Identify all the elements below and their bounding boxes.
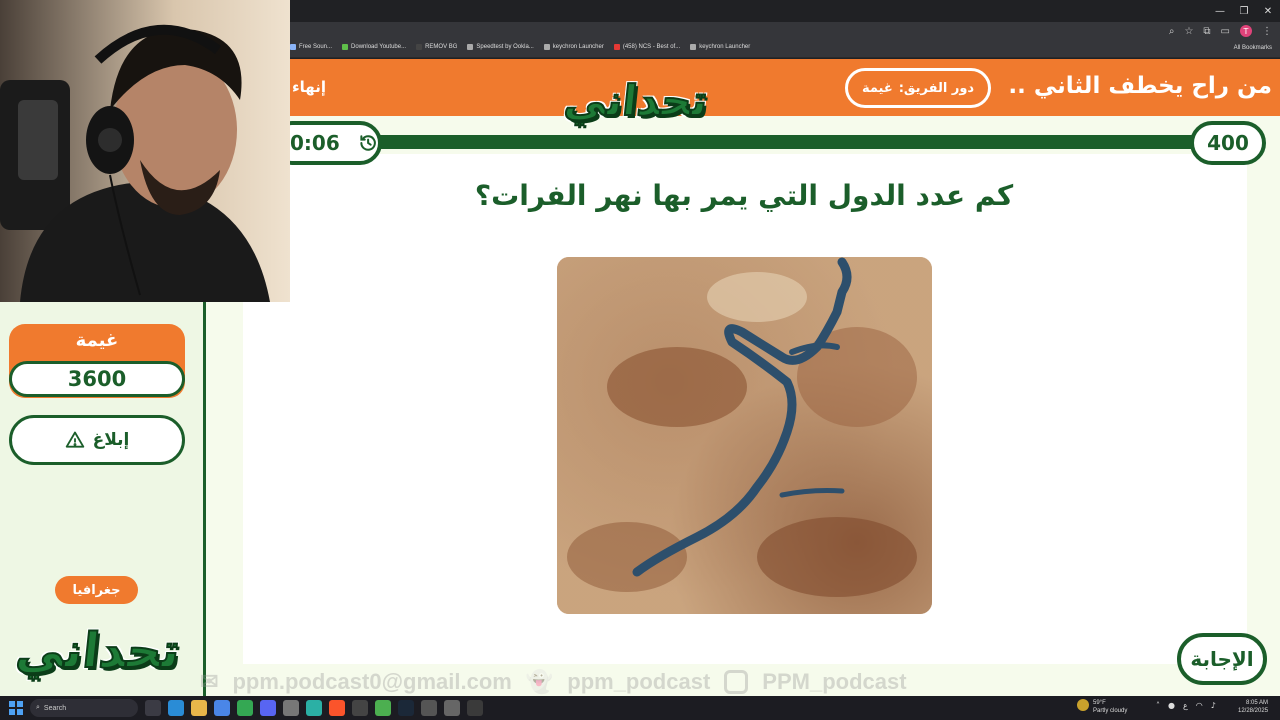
bookmark-favicon-icon [467,44,474,50]
bookmarks-list: Free Soun... Download Youtube... REMOV B… [290,44,750,50]
search-icon: ⌕ [36,704,40,711]
zoom-icon[interactable]: ⌕ [1169,26,1175,37]
bookmark-favicon-icon [342,44,349,50]
settings-icon[interactable] [444,700,460,716]
bookmark-star-icon[interactable]: ☆ [1184,26,1193,37]
screen: — ❐ ✕ ⌕ ☆ ⧉ ▭ T ⋮ Free Soun... Download … [0,0,1280,720]
answer-button[interactable]: الإجابة [1177,633,1267,685]
wifi-icon[interactable]: ◠ [1196,701,1203,710]
volume-icon[interactable]: ♪ [1211,701,1216,710]
start-icon-tile [9,701,15,707]
warning-icon [65,431,84,448]
report-label: إبلاغ [92,430,130,450]
start-icon-tile [9,709,15,715]
snapchat-icon: 👻 [525,669,554,694]
app-icon[interactable] [283,700,299,716]
bookmark-favicon-icon [690,44,697,50]
system-tray: ˄ ● ع ◠ ♪ [1156,701,1216,710]
weather-temp: 59°F [1093,700,1106,706]
bookmark-item[interactable]: Download Youtube... [342,44,406,50]
team-name: غيمة [75,330,119,351]
language-indicator[interactable]: ع [1183,701,1188,710]
taskbar-apps [145,700,483,716]
bookmark-item[interactable]: REMOV BG [416,44,457,50]
partly-cloudy-icon [1077,699,1089,711]
clock-time: 8:05 AM [1246,700,1269,706]
minimize-icon[interactable]: — [1208,0,1232,22]
weather-desc: Partly cloudy [1093,708,1128,714]
watermark-email: ppm.podcast0@gmail.com [232,669,512,694]
end-game-button[interactable]: إنهاء [292,78,326,96]
discord-icon[interactable] [260,700,276,716]
question-text: كم عدد الدول التي يمر بها نهر الفرات؟ [474,179,1014,212]
chevron-up-icon[interactable]: ˄ [1156,701,1160,710]
bookmark-item[interactable]: keychron Launcher [690,44,750,50]
close-icon[interactable]: ✕ [1256,0,1280,22]
team-turn-label: دور الفريق: [898,80,975,96]
watermark: ✉ ppm.podcast0@gmail.com 👻 ppm_podcast P… [200,667,990,696]
clock-date: 12/28/2025 [1238,708,1269,714]
question-image-satellite-map [557,257,932,614]
steam-icon[interactable] [398,700,414,716]
edge-icon[interactable] [168,700,184,716]
bookmark-item[interactable]: keychron Launcher [543,44,604,50]
start-icon-tile [17,701,23,707]
team-turn-badge: دور الفريق: غيمة [845,68,991,108]
extensions-icon[interactable]: ⧉ [1203,26,1210,37]
watermark-instagram: PPM_podcast [762,669,907,694]
windows-taskbar: ⌕ Search 59°F Partly cloudy ˄ ● ع ◠ ♪ 8:… [0,696,1280,720]
obs-icon[interactable] [352,700,368,716]
menu-icon[interactable]: ⋮ [1262,26,1272,37]
webcam-overlay [0,0,290,302]
team-turn-value: غيمة [861,80,893,96]
bookmark-item[interactable]: Free Soun... [290,44,332,50]
chrome-icon[interactable] [237,700,253,716]
taskbar-search[interactable]: ⌕ Search [30,699,138,717]
all-bookmarks-link[interactable]: All Bookmarks [1234,45,1272,51]
header-logo: تحداني [561,75,711,126]
window-controls: — ❐ ✕ [1208,0,1280,22]
taskbar-search-placeholder: Search [43,704,67,712]
bookmark-item[interactable]: (458) NCS - Best of... [613,44,680,50]
bookmark-favicon-icon [613,44,620,50]
sidebar-toggle-icon[interactable]: ▭ [1221,26,1230,37]
brave-icon[interactable] [329,700,345,716]
toolbar-icons: ⌕ ☆ ⧉ ▭ T ⋮ [1169,25,1272,37]
bookmark-favicon-icon [290,44,296,50]
sidebar-logo: تحداني [12,622,183,680]
microphone-icon[interactable]: ● [1168,701,1175,710]
restore-icon[interactable]: ❐ [1232,0,1256,22]
media-icon[interactable] [421,700,437,716]
task-view-icon[interactable] [145,700,161,716]
watermark-snapchat: ppm_podcast [567,669,711,694]
history-clock-icon [360,135,376,151]
chrome-alt-icon[interactable] [375,700,391,716]
app-icon[interactable] [467,700,483,716]
timer-value: 0:06 [290,131,340,155]
email-icon: ✉ [200,669,219,694]
weather-text: 59°F Partly cloudy [1093,699,1127,715]
weather-widget[interactable]: 59°F Partly cloudy [1077,699,1127,715]
bookmark-favicon-icon [543,44,550,50]
bookmark-favicon-icon [416,44,423,50]
file-explorer-icon[interactable] [191,700,207,716]
taskbar-clock[interactable]: 8:05 AM 12/28/2025 [1238,699,1268,715]
start-icon-tile [17,709,23,715]
points-badge: 400 [1190,121,1266,165]
report-button[interactable]: إبلاغ [9,415,185,465]
category-badge: جغرافيا [55,576,138,604]
bookmark-item[interactable]: Speedtest by Ookla... [467,44,534,50]
start-button[interactable] [9,701,23,715]
instagram-icon [724,670,749,694]
team-score: 3600 [9,361,185,397]
store-icon[interactable] [214,700,230,716]
round-title: من راح يخطف الثاني .. [1008,73,1272,99]
sidebar-divider [203,302,206,696]
progress-line [290,135,1250,149]
sheets-icon[interactable] [306,700,322,716]
profile-avatar[interactable]: T [1240,25,1252,37]
